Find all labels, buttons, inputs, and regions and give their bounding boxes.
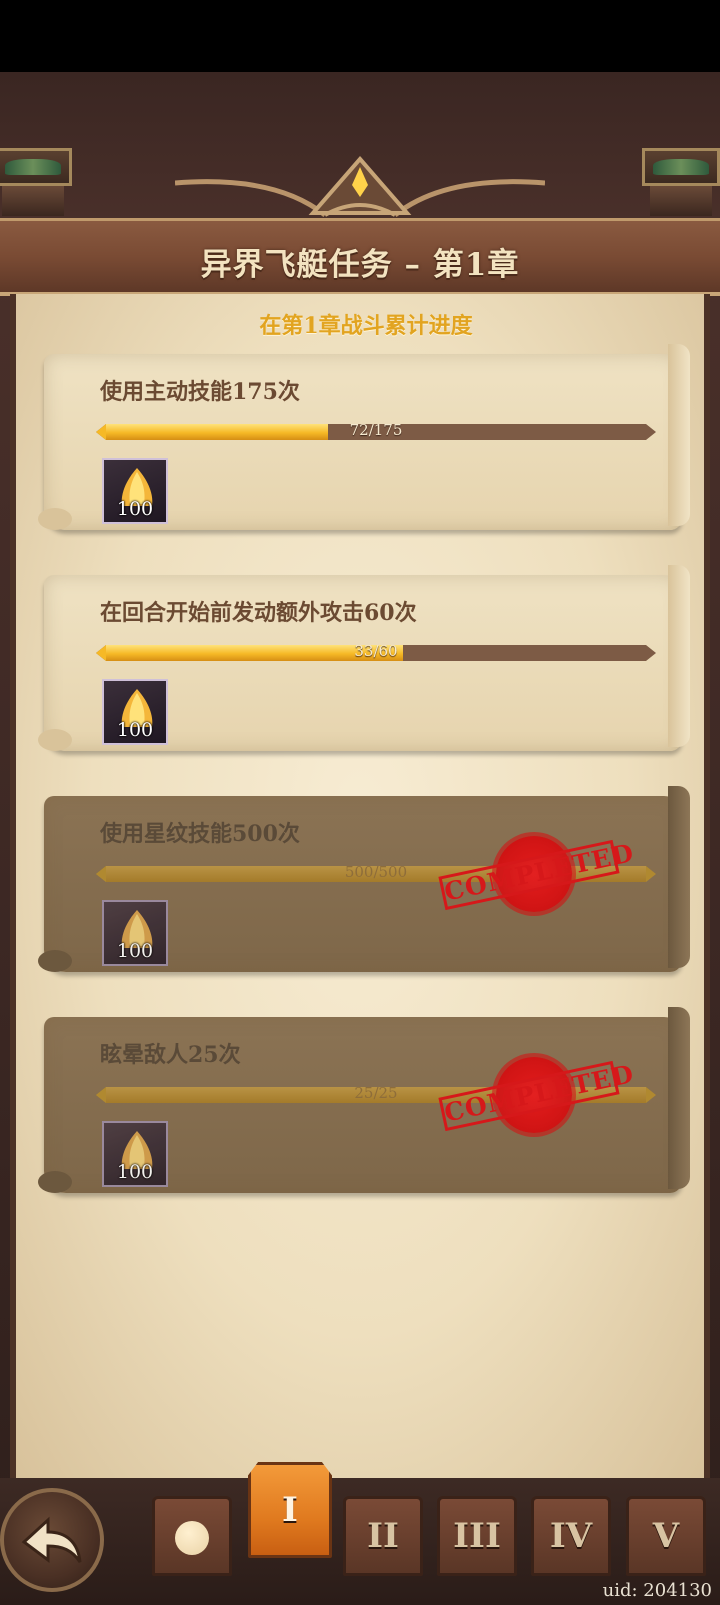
- reward-quantity: 100: [116, 719, 154, 741]
- scroll-curl: [668, 344, 690, 526]
- back-button[interactable]: [0, 1488, 104, 1592]
- task-card-completed: 眩晕敌人25次 25/25 100 COMPLETED: [38, 1007, 690, 1197]
- panel-subtitle: 在第1章战斗累计进度: [259, 313, 473, 339]
- left-ornament-pillar: [0, 148, 72, 218]
- progress-bar: 72/175: [96, 421, 656, 442]
- task-name: 使用主动技能175次: [100, 379, 300, 405]
- reward-item[interactable]: 100: [102, 1121, 168, 1187]
- scroll-curl: [668, 1007, 690, 1189]
- scroll-curl: [668, 786, 690, 968]
- tab-chapter-0[interactable]: [152, 1496, 232, 1576]
- title-bar: 异界飞艇任务 – 第1章: [0, 218, 720, 296]
- tab-chapter-2[interactable]: II: [343, 1496, 423, 1576]
- reward-item[interactable]: 100: [102, 679, 168, 745]
- tab-chapter-5[interactable]: V: [626, 1496, 706, 1576]
- scroll-curl: [38, 1171, 72, 1193]
- tab-chapter-3[interactable]: III: [437, 1496, 517, 1576]
- tab-chapter-1[interactable]: I: [248, 1462, 332, 1558]
- status-bar: [0, 0, 720, 72]
- completed-stamp: COMPLETED: [438, 836, 637, 916]
- task-name: 使用星纹技能500次: [100, 821, 300, 847]
- task-card-completed: 使用星纹技能500次 500/500 100 COMPLETED: [38, 786, 690, 976]
- task-panel: 在第1章战斗累计进度 使用主动技能175次 72/175 100 在回合开始前发…: [10, 294, 710, 1479]
- reward-item[interactable]: 100: [102, 458, 168, 524]
- pillar-base: [650, 186, 712, 216]
- reward-quantity: 100: [116, 1161, 154, 1183]
- task-card: 使用主动技能175次 72/175 100: [38, 344, 690, 534]
- reward-quantity: 100: [116, 940, 154, 962]
- user-id: uid: 204130: [602, 1580, 712, 1601]
- task-name: 眩晕敌人25次: [100, 1042, 241, 1068]
- page-title: 异界飞艇任务 – 第1章: [200, 247, 520, 283]
- progress-text: 72/175: [349, 421, 403, 439]
- task-card: 在回合开始前发动额外攻击60次 33/60 100: [38, 565, 690, 755]
- scroll-curl: [38, 729, 72, 751]
- progress-bar: 33/60: [96, 642, 656, 663]
- tab-chapter-4[interactable]: IV: [531, 1496, 611, 1576]
- pillar-cap: [0, 148, 72, 186]
- pillar-cap: [642, 148, 720, 186]
- scroll-curl: [668, 565, 690, 747]
- pillar-base: [2, 186, 64, 216]
- circle-icon: [175, 1521, 209, 1555]
- right-ornament-pillar: [642, 148, 720, 218]
- reward-quantity: 100: [116, 498, 154, 520]
- scroll-curl: [38, 950, 72, 972]
- progress-text: 33/60: [354, 642, 398, 660]
- back-arrow-icon: [21, 1516, 82, 1563]
- completed-stamp: COMPLETED: [438, 1057, 637, 1137]
- scroll-curl: [38, 508, 72, 530]
- task-name: 在回合开始前发动额外攻击60次: [100, 600, 417, 626]
- reward-item[interactable]: 100: [102, 900, 168, 966]
